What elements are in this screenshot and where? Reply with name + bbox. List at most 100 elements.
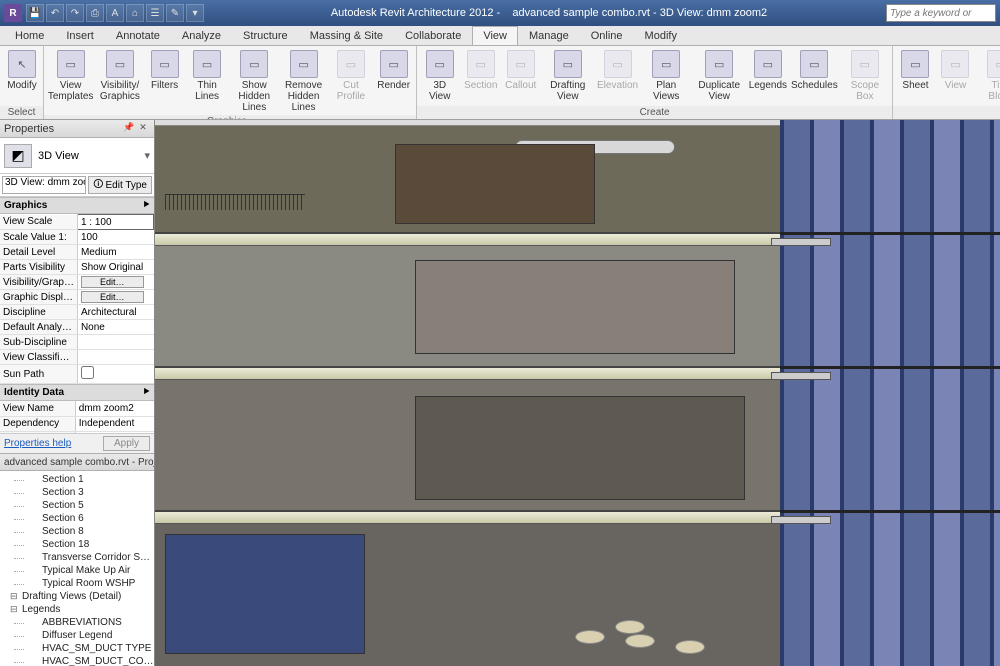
- ribbon-icon: ▭: [240, 50, 268, 78]
- project-browser-tree[interactable]: Section 1Section 3Section 5Section 6Sect…: [0, 471, 154, 666]
- prop-row-sun-path[interactable]: Sun Path: [0, 365, 154, 384]
- prop-row-parts-visibility[interactable]: Parts VisibilityShow Original: [0, 260, 154, 275]
- prop-row-view-scale[interactable]: View Scale1 : 100: [0, 215, 154, 230]
- project-browser-header: advanced sample combo.rvt - Proje… ▢: [0, 453, 154, 471]
- tree-item[interactable]: Diffuser Legend: [0, 629, 154, 642]
- filters-button[interactable]: ▭Filters: [147, 48, 183, 115]
- prop-row-detail-level[interactable]: Detail LevelMedium: [0, 245, 154, 260]
- qat-btn[interactable]: ✎: [166, 4, 184, 22]
- sun-path-checkbox[interactable]: [81, 366, 94, 379]
- prop-row-view-name[interactable]: View Namedmm zoom2: [0, 401, 154, 416]
- qat-print-icon[interactable]: ⎙: [86, 4, 104, 22]
- properties-footer: Properties help Apply: [0, 433, 154, 453]
- chevron-down-icon[interactable]: ▾: [144, 149, 150, 162]
- ribbon-icon: ▭: [800, 50, 828, 78]
- quick-access-toolbar: 💾 ↶ ↷ ⎙ A ⌂ ☰ ✎ ▾: [26, 4, 204, 22]
- ribbon-icon: ▭: [290, 50, 318, 78]
- type-selector[interactable]: ◩ 3D View ▾: [0, 138, 154, 174]
- ribbon-label: Duplicate View: [698, 80, 740, 102]
- edit-button[interactable]: Edit…: [81, 276, 144, 288]
- properties-table: View Scale1 : 100 Scale Value 1:100 Deta…: [0, 214, 154, 384]
- tree-item[interactable]: Section 8: [0, 525, 154, 538]
- app-icon[interactable]: R: [4, 4, 22, 22]
- tab-manage[interactable]: Manage: [518, 26, 580, 45]
- tree-item[interactable]: Typical Make Up Air: [0, 564, 154, 577]
- pin-icon[interactable]: 📌: [122, 122, 136, 136]
- close-icon[interactable]: ✕: [136, 122, 150, 136]
- tree-item[interactable]: ABBREVIATIONS: [0, 616, 154, 629]
- qat-btn[interactable]: A: [106, 4, 124, 22]
- view-type-icon: ◩: [4, 144, 32, 168]
- tab-home[interactable]: Home: [4, 26, 55, 45]
- qat-undo-icon[interactable]: ↶: [46, 4, 64, 22]
- tree-item[interactable]: Legends: [0, 603, 154, 616]
- tree-item[interactable]: Section 18: [0, 538, 154, 551]
- tab-view[interactable]: View: [472, 26, 518, 45]
- prop-row-dependency[interactable]: DependencyIndependent: [0, 416, 154, 431]
- ribbon-label: Visibility/ Graphics: [100, 80, 140, 102]
- visibility-graphics-button[interactable]: ▭Visibility/ Graphics: [97, 48, 142, 115]
- plan-views-button[interactable]: ▭Plan Views: [642, 48, 690, 106]
- browser-title: advanced sample combo.rvt - Proje…: [4, 457, 154, 468]
- qat-btn[interactable]: ☰: [146, 4, 164, 22]
- tree-item[interactable]: Section 3: [0, 486, 154, 499]
- drafting-view-button[interactable]: ▭Drafting View: [543, 48, 593, 106]
- qat-dropdown-icon[interactable]: ▾: [186, 4, 204, 22]
- prop-row-view-classification[interactable]: View Classifi…: [0, 350, 154, 365]
- instance-dropdown[interactable]: 3D View: dmm zoom2 ▾: [2, 176, 86, 194]
- tab-annotate[interactable]: Annotate: [105, 26, 171, 45]
- tree-item[interactable]: Section 6: [0, 512, 154, 525]
- sheet-button[interactable]: ▭Sheet: [897, 48, 933, 106]
- prop-row-sub-discipline[interactable]: Sub-Discipline: [0, 335, 154, 350]
- prop-row-default-analysis[interactable]: Default Analy…None: [0, 320, 154, 335]
- instance-row: 3D View: dmm zoom2 ▾ 🛈 Edit Type: [0, 174, 154, 197]
- -d-view-button[interactable]: ▭3D View: [421, 48, 459, 106]
- remove-hidden-lines-button[interactable]: ▭Remove Hidden Lines: [281, 48, 326, 115]
- tab-online[interactable]: Online: [580, 26, 634, 45]
- tree-item[interactable]: Section 5: [0, 499, 154, 512]
- properties-help-link[interactable]: Properties help: [4, 438, 71, 449]
- prop-row-visibility-graphics[interactable]: Visibility/Grap…Edit…: [0, 275, 154, 290]
- render-button[interactable]: ▭Render: [376, 48, 412, 115]
- ribbon-icon: ▭: [507, 50, 535, 78]
- tree-item[interactable]: Drafting Views (Detail): [0, 590, 154, 603]
- section-identity[interactable]: Identity Data⯈: [0, 384, 154, 401]
- thin-lines-button[interactable]: ▭Thin Lines: [187, 48, 228, 115]
- ribbon-icon: ▭: [337, 50, 365, 78]
- modify-button[interactable]: ↖ Modify: [4, 48, 40, 106]
- ribbon-icon: ▭: [554, 50, 582, 78]
- tab-insert[interactable]: Insert: [55, 26, 105, 45]
- edit-button[interactable]: Edit…: [81, 291, 144, 303]
- qat-save-icon[interactable]: 💾: [26, 4, 44, 22]
- qat-btn[interactable]: ⌂: [126, 4, 144, 22]
- tab-collaborate[interactable]: Collaborate: [394, 26, 472, 45]
- prop-row-graphic-display[interactable]: Graphic Displ…Edit…: [0, 290, 154, 305]
- keyword-search-input[interactable]: [886, 4, 996, 22]
- ribbon-label: Show Hidden Lines: [236, 80, 273, 113]
- show-hidden-lines-button[interactable]: ▭Show Hidden Lines: [232, 48, 277, 115]
- tree-item[interactable]: HVAC_SM_DUCT TYPE: [0, 642, 154, 655]
- tree-item[interactable]: Section 1: [0, 473, 154, 486]
- schedules-button[interactable]: ▭Schedules: [791, 48, 837, 106]
- tab-analyze[interactable]: Analyze: [171, 26, 232, 45]
- prop-row-discipline[interactable]: DisciplineArchitectural: [0, 305, 154, 320]
- edit-type-button[interactable]: 🛈 Edit Type: [88, 176, 152, 194]
- tab-massing-site[interactable]: Massing & Site: [299, 26, 394, 45]
- view-templates-button[interactable]: ▭View Templates: [48, 48, 93, 115]
- ribbon-icon: ▭: [941, 50, 969, 78]
- tree-item[interactable]: Typical Room WSHP: [0, 577, 154, 590]
- prop-row-scale-value[interactable]: Scale Value 1:100: [0, 230, 154, 245]
- apply-button[interactable]: Apply: [103, 436, 150, 451]
- 3d-viewport[interactable]: [155, 120, 1000, 666]
- tab-structure[interactable]: Structure: [232, 26, 299, 45]
- qat-redo-icon[interactable]: ↷: [66, 4, 84, 22]
- tree-item[interactable]: HVAC_SM_DUCT_CONDITIO: [0, 655, 154, 666]
- tree-item[interactable]: Transverse Corridor Secti: [0, 551, 154, 564]
- view-button: ▭View: [937, 48, 973, 106]
- ribbon-label: Cut Profile: [334, 80, 367, 102]
- legends-button[interactable]: ▭Legends: [748, 48, 787, 106]
- ribbon-label: Callout: [505, 80, 536, 91]
- duplicate-view-button[interactable]: ▭Duplicate View: [694, 48, 744, 106]
- section-graphics[interactable]: Graphics⯈: [0, 197, 154, 214]
- tab-modify[interactable]: Modify: [634, 26, 688, 45]
